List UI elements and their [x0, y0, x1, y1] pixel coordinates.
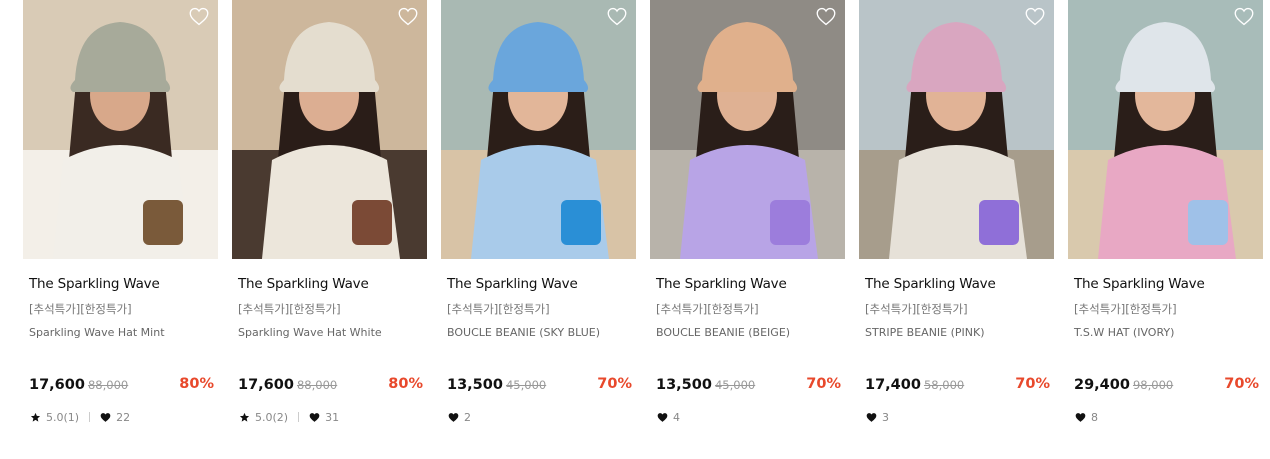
product-card[interactable]: The Sparkling Wave [추석특가][한정특가] BOUCLE B…: [441, 0, 636, 459]
discount-rate: 70%: [1015, 376, 1050, 392]
discount-rate: 80%: [179, 376, 214, 392]
product-meta: 5.0(1) 22: [30, 410, 130, 424]
likes[interactable]: 8: [1075, 411, 1098, 424]
sale-price: 17,600: [238, 377, 294, 393]
likes[interactable]: 22: [100, 411, 130, 424]
product-name[interactable]: Sparkling Wave Hat White: [238, 326, 382, 339]
product-card[interactable]: The Sparkling Wave [추석특가][한정특가] T.S.W HA…: [1068, 0, 1263, 459]
sale-price: 17,600: [29, 377, 85, 393]
product-photo: [650, 0, 845, 259]
promo-tags: [추석특가][한정특가]: [656, 302, 759, 316]
product-card[interactable]: The Sparkling Wave [추석특가][한정특가] Sparklin…: [23, 0, 218, 459]
discount-rate: 70%: [806, 376, 841, 392]
product-photo: [232, 0, 427, 259]
likes-count: 3: [882, 410, 889, 424]
brand-name[interactable]: The Sparkling Wave: [656, 276, 787, 292]
price-row: 13,500 45,000 70%: [447, 376, 632, 394]
heart-icon: [866, 412, 877, 422]
star-icon: [30, 412, 41, 422]
product-card[interactable]: The Sparkling Wave [추석특가][한정특가] Sparklin…: [232, 0, 427, 459]
likes-count: 4: [673, 410, 680, 424]
promo-tags: [추석특가][한정특가]: [238, 302, 341, 316]
original-price: 88,000: [296, 378, 338, 392]
sale-price: 13,500: [656, 377, 712, 393]
heart-icon: [1075, 412, 1086, 422]
likes-count: 22: [116, 410, 131, 424]
brand-name[interactable]: The Sparkling Wave: [865, 276, 996, 292]
price-row: 17,600 88,000 80%: [29, 376, 214, 394]
star-icon: [239, 412, 250, 422]
brand-name[interactable]: The Sparkling Wave: [447, 276, 578, 292]
product-card[interactable]: The Sparkling Wave [추석특가][한정특가] STRIPE B…: [859, 0, 1054, 459]
original-price: 45,000: [714, 378, 756, 392]
heart-icon: [100, 412, 111, 422]
discount-rate: 80%: [388, 376, 423, 392]
product-name[interactable]: BOUCLE BEANIE (BEIGE): [656, 326, 790, 339]
brand-name[interactable]: The Sparkling Wave: [238, 276, 369, 292]
sale-price: 17,400: [865, 377, 921, 393]
likes[interactable]: 3: [866, 411, 889, 424]
price-row: 29,400 98,000 70%: [1074, 376, 1259, 394]
promo-tags: [추석특가][한정특가]: [447, 302, 550, 316]
heart-icon: [448, 412, 459, 422]
rating-value: 5.0(2): [255, 410, 289, 424]
product-image[interactable]: [232, 0, 427, 259]
meta-divider: [89, 412, 91, 422]
discount-rate: 70%: [597, 376, 632, 392]
price-row: 17,400 58,000 70%: [865, 376, 1050, 394]
promo-tags: [추석특가][한정특가]: [29, 302, 132, 316]
original-price: 58,000: [923, 378, 965, 392]
likes[interactable]: 4: [657, 411, 680, 424]
sale-price: 29,400: [1074, 377, 1130, 393]
product-name[interactable]: STRIPE BEANIE (PINK): [865, 326, 985, 339]
brand-name[interactable]: The Sparkling Wave: [29, 276, 160, 292]
product-photo: [859, 0, 1054, 259]
product-image[interactable]: [23, 0, 218, 259]
product-photo: [23, 0, 218, 259]
product-meta: 2: [448, 410, 471, 424]
price-row: 13,500 45,000 70%: [656, 376, 841, 394]
price-row: 17,600 88,000 80%: [238, 376, 423, 394]
likes[interactable]: 31: [309, 411, 339, 424]
product-image[interactable]: [441, 0, 636, 259]
promo-tags: [추석특가][한정특가]: [1074, 302, 1177, 316]
wishlist-heart-icon[interactable]: [816, 7, 836, 26]
rating: 5.0(1): [30, 411, 79, 424]
likes-count: 31: [325, 410, 340, 424]
product-image[interactable]: [859, 0, 1054, 259]
heart-icon: [657, 412, 668, 422]
product-card[interactable]: The Sparkling Wave [추석특가][한정특가] BOUCLE B…: [650, 0, 845, 459]
product-meta: 5.0(2) 31: [239, 410, 339, 424]
product-meta: 4: [657, 410, 680, 424]
discount-rate: 70%: [1224, 376, 1259, 392]
product-image[interactable]: [650, 0, 845, 259]
product-photo: [441, 0, 636, 259]
likes-count: 2: [464, 410, 471, 424]
product-photo: [1068, 0, 1263, 259]
likes[interactable]: 2: [448, 411, 471, 424]
product-image[interactable]: [1068, 0, 1263, 259]
wishlist-heart-icon[interactable]: [607, 7, 627, 26]
product-meta: 3: [866, 410, 889, 424]
original-price: 88,000: [87, 378, 129, 392]
likes-count: 8: [1091, 410, 1098, 424]
product-name[interactable]: Sparkling Wave Hat Mint: [29, 326, 165, 339]
product-grid: The Sparkling Wave [추석특가][한정특가] Sparklin…: [0, 0, 1270, 459]
original-price: 98,000: [1132, 378, 1174, 392]
product-name[interactable]: T.S.W HAT (IVORY): [1074, 326, 1174, 339]
original-price: 45,000: [505, 378, 547, 392]
rating-value: 5.0(1): [46, 410, 80, 424]
product-meta: 8: [1075, 410, 1098, 424]
wishlist-heart-icon[interactable]: [398, 7, 418, 26]
wishlist-heart-icon[interactable]: [1025, 7, 1045, 26]
promo-tags: [추석특가][한정특가]: [865, 302, 968, 316]
product-name[interactable]: BOUCLE BEANIE (SKY BLUE): [447, 326, 600, 339]
wishlist-heart-icon[interactable]: [189, 7, 209, 26]
wishlist-heart-icon[interactable]: [1234, 7, 1254, 26]
meta-divider: [298, 412, 300, 422]
heart-icon: [309, 412, 320, 422]
brand-name[interactable]: The Sparkling Wave: [1074, 276, 1205, 292]
rating: 5.0(2): [239, 411, 288, 424]
sale-price: 13,500: [447, 377, 503, 393]
